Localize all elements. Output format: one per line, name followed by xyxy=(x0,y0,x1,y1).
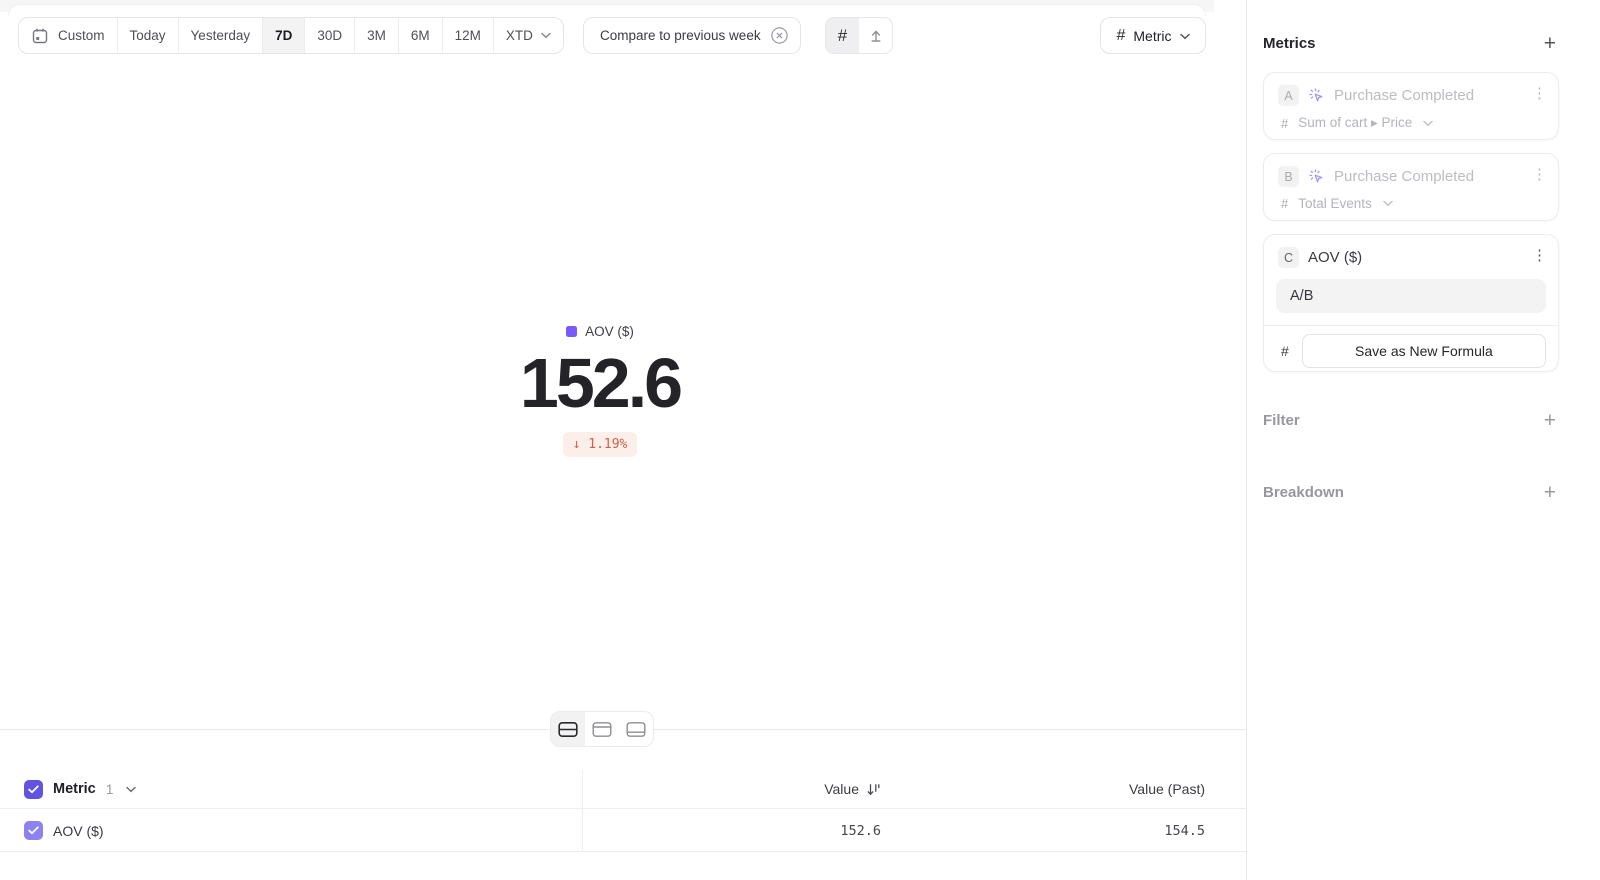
kebab-menu-icon[interactable]: ⋮ xyxy=(1532,167,1547,182)
metric-card-b[interactable]: B Purchase Completed ⋮ # Total Events xyxy=(1263,153,1559,221)
hash-icon: # xyxy=(1281,343,1289,359)
remove-compare-icon[interactable] xyxy=(770,26,789,45)
metric-column-label: Metric xyxy=(53,781,96,797)
event-click-icon xyxy=(1308,87,1325,104)
date-range-custom[interactable]: Custom xyxy=(19,18,118,53)
add-breakdown-button[interactable]: + xyxy=(1544,482,1556,503)
date-range-12m[interactable]: 12M xyxy=(443,18,494,53)
date-range-6m[interactable]: 6M xyxy=(399,18,443,53)
panel-layout-toggle xyxy=(550,711,654,747)
compare-to-previous-week-chip[interactable]: Compare to previous week xyxy=(583,17,801,54)
chart-legend: AOV ($) xyxy=(0,324,1200,339)
value-past-column-header[interactable]: Value (Past) xyxy=(1129,770,1205,808)
hash-icon: # xyxy=(838,26,847,46)
breakdown-title: Breakdown xyxy=(1263,484,1344,501)
select-all-checkbox[interactable] xyxy=(24,780,43,799)
hash-icon: # xyxy=(1281,116,1288,131)
trend-view-button[interactable] xyxy=(859,18,892,53)
date-range-label: Custom xyxy=(58,28,105,43)
table-column-divider xyxy=(582,770,583,852)
metrics-title: Metrics xyxy=(1263,35,1316,52)
sort-descending-icon[interactable] xyxy=(866,782,881,797)
big-number-value: 152.6 xyxy=(0,348,1200,418)
legend-swatch xyxy=(566,326,577,337)
aggregation-label: Sum of cart ▸ Price xyxy=(1298,115,1412,131)
chevron-down-icon xyxy=(1180,33,1190,40)
table-only-view-button[interactable] xyxy=(619,712,653,746)
save-as-new-formula-button[interactable]: Save as New Formula xyxy=(1302,334,1546,368)
aggregation-label: Total Events xyxy=(1298,196,1372,211)
chevron-down-icon[interactable] xyxy=(126,786,136,793)
aggregation-dropdown[interactable]: # Total Events xyxy=(1264,187,1558,211)
breakdown-section-header: Breakdown + xyxy=(1263,482,1556,503)
date-range-xtd[interactable]: XTD xyxy=(494,18,563,53)
chart-only-view-button[interactable] xyxy=(585,712,619,746)
formula-value: A/B xyxy=(1290,288,1313,304)
metric-card-title: Purchase Completed xyxy=(1334,168,1474,185)
date-range-picker: Custom Today Yesterday 7D 30D 3M 6M 12M … xyxy=(18,17,564,54)
metric-card-title: Purchase Completed xyxy=(1334,87,1474,104)
date-range-yesterday[interactable]: Yesterday xyxy=(179,18,264,53)
change-badge: ↓ 1.19% xyxy=(563,432,638,457)
canvas-rounded-top xyxy=(8,4,1206,16)
metric-badge: C xyxy=(1278,247,1299,268)
kebab-menu-icon[interactable]: ⋮ xyxy=(1532,86,1547,101)
metric-card-title: AOV ($) xyxy=(1308,249,1362,266)
row-metric-name: AOV ($) xyxy=(53,823,104,839)
metric-card-a[interactable]: A Purchase Completed ⋮ # Sum of cart ▸ P… xyxy=(1263,72,1559,140)
config-sidebar: Metrics + A Purchase Completed ⋮ # Sum o… xyxy=(1246,0,1600,880)
formula-input[interactable]: A/B xyxy=(1276,279,1546,313)
table-row: AOV ($) 152.6 154.5 xyxy=(0,810,1247,852)
add-filter-button[interactable]: + xyxy=(1544,410,1556,431)
metric-badge: A xyxy=(1278,85,1299,106)
date-range-3m[interactable]: 3M xyxy=(355,18,399,53)
metric-card-c[interactable]: C AOV ($) ⋮ A/B # Save as New Formula xyxy=(1263,234,1559,372)
hash-icon: # xyxy=(1116,27,1125,45)
metrics-section-header: Metrics + xyxy=(1263,33,1556,54)
filter-title: Filter xyxy=(1263,412,1300,429)
metric-button-label: Metric xyxy=(1133,28,1171,44)
event-click-icon xyxy=(1308,168,1325,185)
row-value-past: 154.5 xyxy=(1164,810,1205,851)
row-checkbox[interactable] xyxy=(24,821,43,840)
date-range-7d[interactable]: 7D xyxy=(263,18,305,53)
big-number-view-button[interactable]: # xyxy=(826,18,859,53)
date-range-30d[interactable]: 30D xyxy=(305,18,355,53)
aggregation-dropdown[interactable]: # Sum of cart ▸ Price xyxy=(1264,106,1558,131)
date-range-today[interactable]: Today xyxy=(118,18,179,53)
hash-icon: # xyxy=(1281,196,1288,211)
arrow-up-from-line-icon xyxy=(867,27,885,45)
calendar-icon xyxy=(31,27,49,45)
results-table-header: Metric 1 Value Value (Past) xyxy=(0,770,1247,809)
metric-badge: B xyxy=(1278,166,1299,187)
legend-label: AOV ($) xyxy=(585,324,634,339)
row-value: 152.6 xyxy=(840,810,881,851)
metric-dropdown-button[interactable]: # Metric xyxy=(1100,17,1206,54)
kebab-menu-icon[interactable]: ⋮ xyxy=(1532,248,1547,263)
chevron-down-icon xyxy=(1383,200,1393,207)
filter-section-header: Filter + xyxy=(1263,410,1556,431)
compare-chip-label: Compare to previous week xyxy=(600,28,761,43)
chevron-down-icon xyxy=(541,32,551,39)
value-column-header[interactable]: Value xyxy=(824,770,881,808)
split-view-button[interactable] xyxy=(551,712,585,746)
add-metric-button[interactable]: + xyxy=(1544,33,1556,54)
chevron-down-icon xyxy=(1423,120,1433,127)
metric-count: 1 xyxy=(106,781,114,797)
chart-type-toggle: # xyxy=(825,17,893,54)
